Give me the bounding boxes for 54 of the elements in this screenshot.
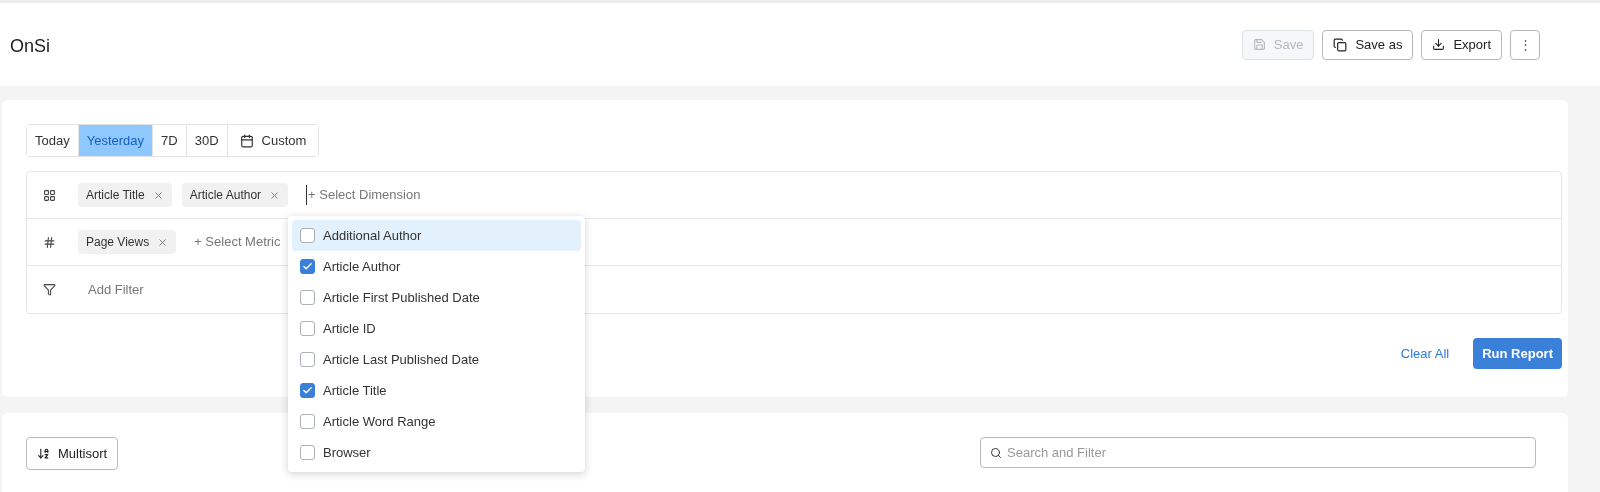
sort-icon [37, 447, 50, 460]
clear-all-link[interactable]: Clear All [1400, 343, 1450, 364]
chip-label: Article Author [189, 187, 262, 204]
dimension-option[interactable]: Article Last Published Date [292, 344, 581, 375]
check-icon [302, 261, 313, 272]
dimension-option[interactable]: Article Word Range [292, 406, 581, 437]
copy-icon [1333, 37, 1348, 52]
remove-icon[interactable] [269, 189, 281, 201]
metric-input[interactable]: + Select Metric [194, 232, 281, 252]
checkbox[interactable] [300, 445, 315, 460]
date-range-tab[interactable]: Yesterday [78, 125, 154, 156]
dimension-option[interactable]: Additional Author [292, 220, 581, 251]
search-field[interactable]: Search and Filter [980, 437, 1536, 468]
header-button[interactable]: Save as [1322, 29, 1414, 60]
download-icon [1432, 38, 1446, 51]
remove-icon[interactable] [152, 189, 164, 201]
checkbox[interactable] [300, 259, 315, 274]
option-label: Article Author [323, 257, 401, 276]
dimension-option[interactable]: Article Author [292, 251, 581, 282]
checkbox[interactable] [300, 290, 315, 305]
checkbox[interactable] [300, 352, 315, 367]
chip-label: Article Title [86, 187, 145, 204]
option-label: Article Title [323, 381, 387, 400]
dimension-option[interactable]: Article Title [292, 375, 581, 406]
calendar-icon [239, 133, 254, 148]
option-label: Browser [323, 443, 371, 462]
option-label: Article ID [323, 319, 376, 338]
hash-icon [43, 235, 56, 249]
checkbox[interactable] [300, 228, 315, 243]
remove-icon[interactable] [157, 236, 169, 248]
search-icon [990, 447, 1002, 459]
chip-label: Page Views [86, 234, 150, 251]
dimension-icon [43, 188, 56, 202]
run-report-button[interactable]: Run Report [1473, 338, 1562, 369]
checkbox[interactable] [300, 321, 315, 336]
date-range-tab[interactable]: Today [27, 125, 79, 156]
dimension-input[interactable]: + Select Dimension [306, 185, 421, 205]
check-icon [302, 385, 313, 396]
dimension-option[interactable]: Article First Published Date [292, 282, 581, 313]
page-title: OnSi [10, 35, 51, 58]
save-icon [1252, 38, 1266, 51]
more-button[interactable]: ⋮ [1510, 29, 1540, 60]
dimension-option[interactable]: Browser [292, 437, 581, 468]
option-label: Additional Author [323, 226, 422, 245]
checkbox[interactable] [300, 383, 315, 398]
option-label: Article Last Published Date [323, 350, 480, 369]
multisort-button[interactable]: Multisort [26, 437, 119, 470]
filter-icon [43, 283, 56, 296]
dimension-option[interactable]: Article ID [292, 313, 581, 344]
checkbox[interactable] [300, 414, 315, 429]
option-label: Article Word Range [323, 412, 436, 431]
filter-input[interactable]: Add Filter [88, 279, 144, 300]
header-button[interactable]: Export [1421, 29, 1502, 60]
option-label: Article First Published Date [323, 288, 480, 307]
